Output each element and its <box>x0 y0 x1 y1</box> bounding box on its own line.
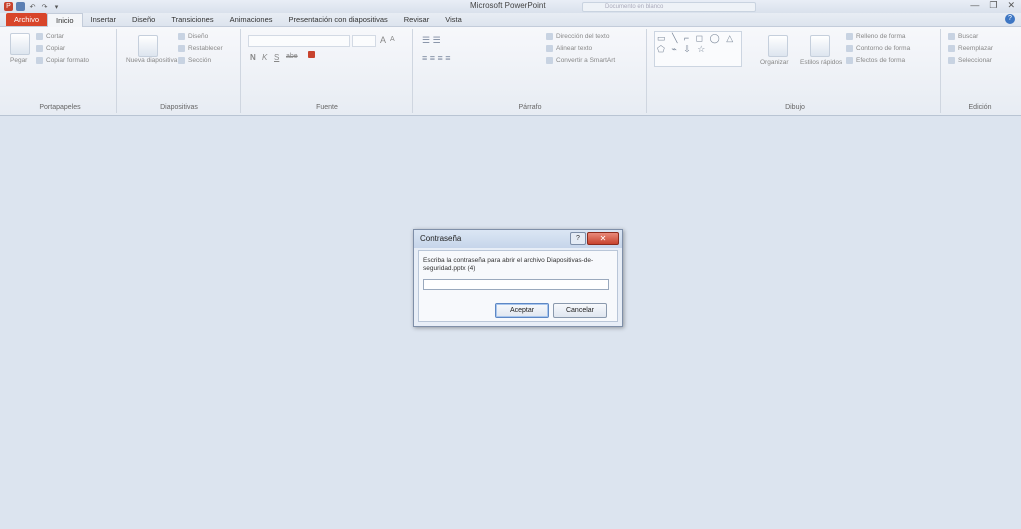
restore-button[interactable]: ❐ <box>989 0 997 11</box>
help-icon[interactable]: ? <box>1005 14 1015 24</box>
dialog-help-button[interactable]: ? <box>570 232 586 245</box>
password-input[interactable] <box>423 279 609 290</box>
font-size-box[interactable] <box>352 35 376 47</box>
paste-icon[interactable] <box>10 33 30 55</box>
cancel-button[interactable]: Cancelar <box>553 303 607 318</box>
replace-icon <box>948 45 955 52</box>
shape-fill-button[interactable]: Relleno de forma <box>846 33 906 40</box>
find-icon <box>948 33 955 40</box>
shapes-gallery[interactable]: ▭ ╲ ⌐ ◻ ◯ △ ⬠ ⌁ ⇩ ☆ <box>654 31 742 67</box>
effects-icon <box>846 57 853 64</box>
clipboard-group-label: Portapapeles <box>39 104 81 111</box>
strikethrough-button[interactable]: abe <box>286 53 298 60</box>
font-color-icon[interactable] <box>308 51 318 58</box>
tab-slideshow[interactable]: Presentación con diapositivas <box>281 13 396 26</box>
title-bar: P ↶ ↷ ▾ Microsoft PowerPoint Documento e… <box>0 0 1021 13</box>
powerpoint-logo-icon[interactable]: P <box>4 2 13 11</box>
font-name-box[interactable] <box>248 35 350 47</box>
align-icons[interactable]: ≡ ≡ ≡ ≡ <box>422 53 451 63</box>
redo-icon[interactable]: ↷ <box>40 2 49 11</box>
minimize-button[interactable]: — <box>970 0 979 11</box>
reset-button[interactable]: Restablecer <box>178 45 223 52</box>
section-icon <box>178 57 185 64</box>
bullets-icon[interactable]: ☰ ☰ <box>422 35 441 46</box>
editing-group: Buscar Reemplazar Seleccionar Edición <box>942 29 1018 113</box>
copy-icon <box>36 45 43 52</box>
slides-group-label: Diapositivas <box>160 104 198 111</box>
drawing-group: ▭ ╲ ⌐ ◻ ◯ △ ⬠ ⌁ ⇩ ☆ Organizar Estilos rá… <box>650 29 941 113</box>
cut-button[interactable]: Cortar <box>36 33 64 40</box>
drawing-group-label: Dibujo <box>785 104 805 111</box>
tab-animations[interactable]: Animaciones <box>222 13 281 26</box>
text-direction-button[interactable]: Dirección del texto <box>546 33 609 40</box>
scissors-icon <box>36 33 43 40</box>
layout-button[interactable]: Diseño <box>178 33 208 40</box>
fill-icon <box>846 33 853 40</box>
find-button[interactable]: Buscar <box>948 33 978 40</box>
editing-group-label: Edición <box>968 104 992 111</box>
arrange-button[interactable]: Organizar <box>760 59 789 66</box>
align-text-icon <box>546 45 553 52</box>
arrange-icon[interactable] <box>768 35 788 57</box>
tab-review[interactable]: Revisar <box>396 13 437 26</box>
tab-design[interactable]: Diseño <box>124 13 163 26</box>
save-icon[interactable] <box>16 2 25 11</box>
align-text-button[interactable]: Alinear texto <box>546 45 592 52</box>
ok-button[interactable]: Aceptar <box>495 303 549 318</box>
tab-file[interactable]: Archivo <box>6 13 48 26</box>
dialog-close-button[interactable]: ✕ <box>587 232 619 245</box>
window-controls: — ❐ ✕ <box>970 0 1015 11</box>
shrink-font-button[interactable]: A <box>390 36 395 43</box>
select-button[interactable]: Seleccionar <box>948 57 992 64</box>
copy-button[interactable]: Copiar <box>36 45 65 52</box>
tab-transitions[interactable]: Transiciones <box>163 13 221 26</box>
shape-outline-button[interactable]: Contorno de forma <box>846 45 910 52</box>
new-slide-button[interactable]: Nueva diapositiva <box>126 57 177 64</box>
outline-icon <box>846 45 853 52</box>
tab-view[interactable]: Vista <box>437 13 470 26</box>
slides-group: Nueva diapositiva Diseño Restablecer Sec… <box>118 29 241 113</box>
dialog-prompt: Escriba la contraseña para abrir el arch… <box>423 257 594 272</box>
font-group-label: Fuente <box>316 104 338 111</box>
tab-home[interactable]: Inicio <box>47 12 83 27</box>
reset-icon <box>178 45 185 52</box>
quick-styles-button[interactable]: Estilos rápidos <box>800 59 842 66</box>
ribbon: Pegar Cortar Copiar Copiar formato Porta… <box>0 27 1021 116</box>
section-button[interactable]: Sección <box>178 57 211 64</box>
quick-styles-icon[interactable] <box>810 35 830 57</box>
undo-icon[interactable]: ↶ <box>28 2 37 11</box>
brush-icon <box>36 57 43 64</box>
close-button[interactable]: ✕ <box>1007 0 1015 11</box>
underline-button[interactable]: S <box>274 53 279 62</box>
paste-button[interactable]: Pegar <box>10 57 27 64</box>
bold-button[interactable]: N <box>250 53 256 62</box>
select-icon <box>948 57 955 64</box>
font-group: A A N K S abe Fuente <box>242 29 413 113</box>
replace-button[interactable]: Reemplazar <box>948 45 993 52</box>
smartart-button[interactable]: Convertir a SmartArt <box>546 57 615 64</box>
ribbon-tabs: Archivo Inicio Insertar Diseño Transicio… <box>0 12 1021 27</box>
quick-access-toolbar: P ↶ ↷ ▾ <box>4 1 61 12</box>
dialog-title-bar[interactable]: Contraseña ? ✕ <box>414 230 622 248</box>
new-slide-icon[interactable] <box>138 35 158 57</box>
paragraph-group: ☰ ☰ ≡ ≡ ≡ ≡ Dirección del texto Alinear … <box>414 29 647 113</box>
password-dialog: Contraseña ? ✕ Escriba la contraseña par… <box>413 229 623 327</box>
search-box[interactable]: Documento en blanco <box>582 2 756 12</box>
italic-button[interactable]: K <box>262 53 267 62</box>
clipboard-group: Pegar Cortar Copiar Copiar formato Porta… <box>4 29 117 113</box>
shape-effects-button[interactable]: Efectos de forma <box>846 57 905 64</box>
dialog-body: Escriba la contraseña para abrir el arch… <box>418 250 618 322</box>
customize-qat-icon[interactable]: ▾ <box>52 2 61 11</box>
tab-insert[interactable]: Insertar <box>83 13 124 26</box>
app-title: Microsoft PowerPoint <box>470 1 546 10</box>
grow-font-button[interactable]: A <box>380 35 386 45</box>
paragraph-group-label: Párrafo <box>518 104 542 111</box>
layout-icon <box>178 33 185 40</box>
dialog-title: Contraseña <box>420 234 462 243</box>
text-direction-icon <box>546 33 553 40</box>
smartart-icon <box>546 57 553 64</box>
format-painter-button[interactable]: Copiar formato <box>36 57 89 64</box>
